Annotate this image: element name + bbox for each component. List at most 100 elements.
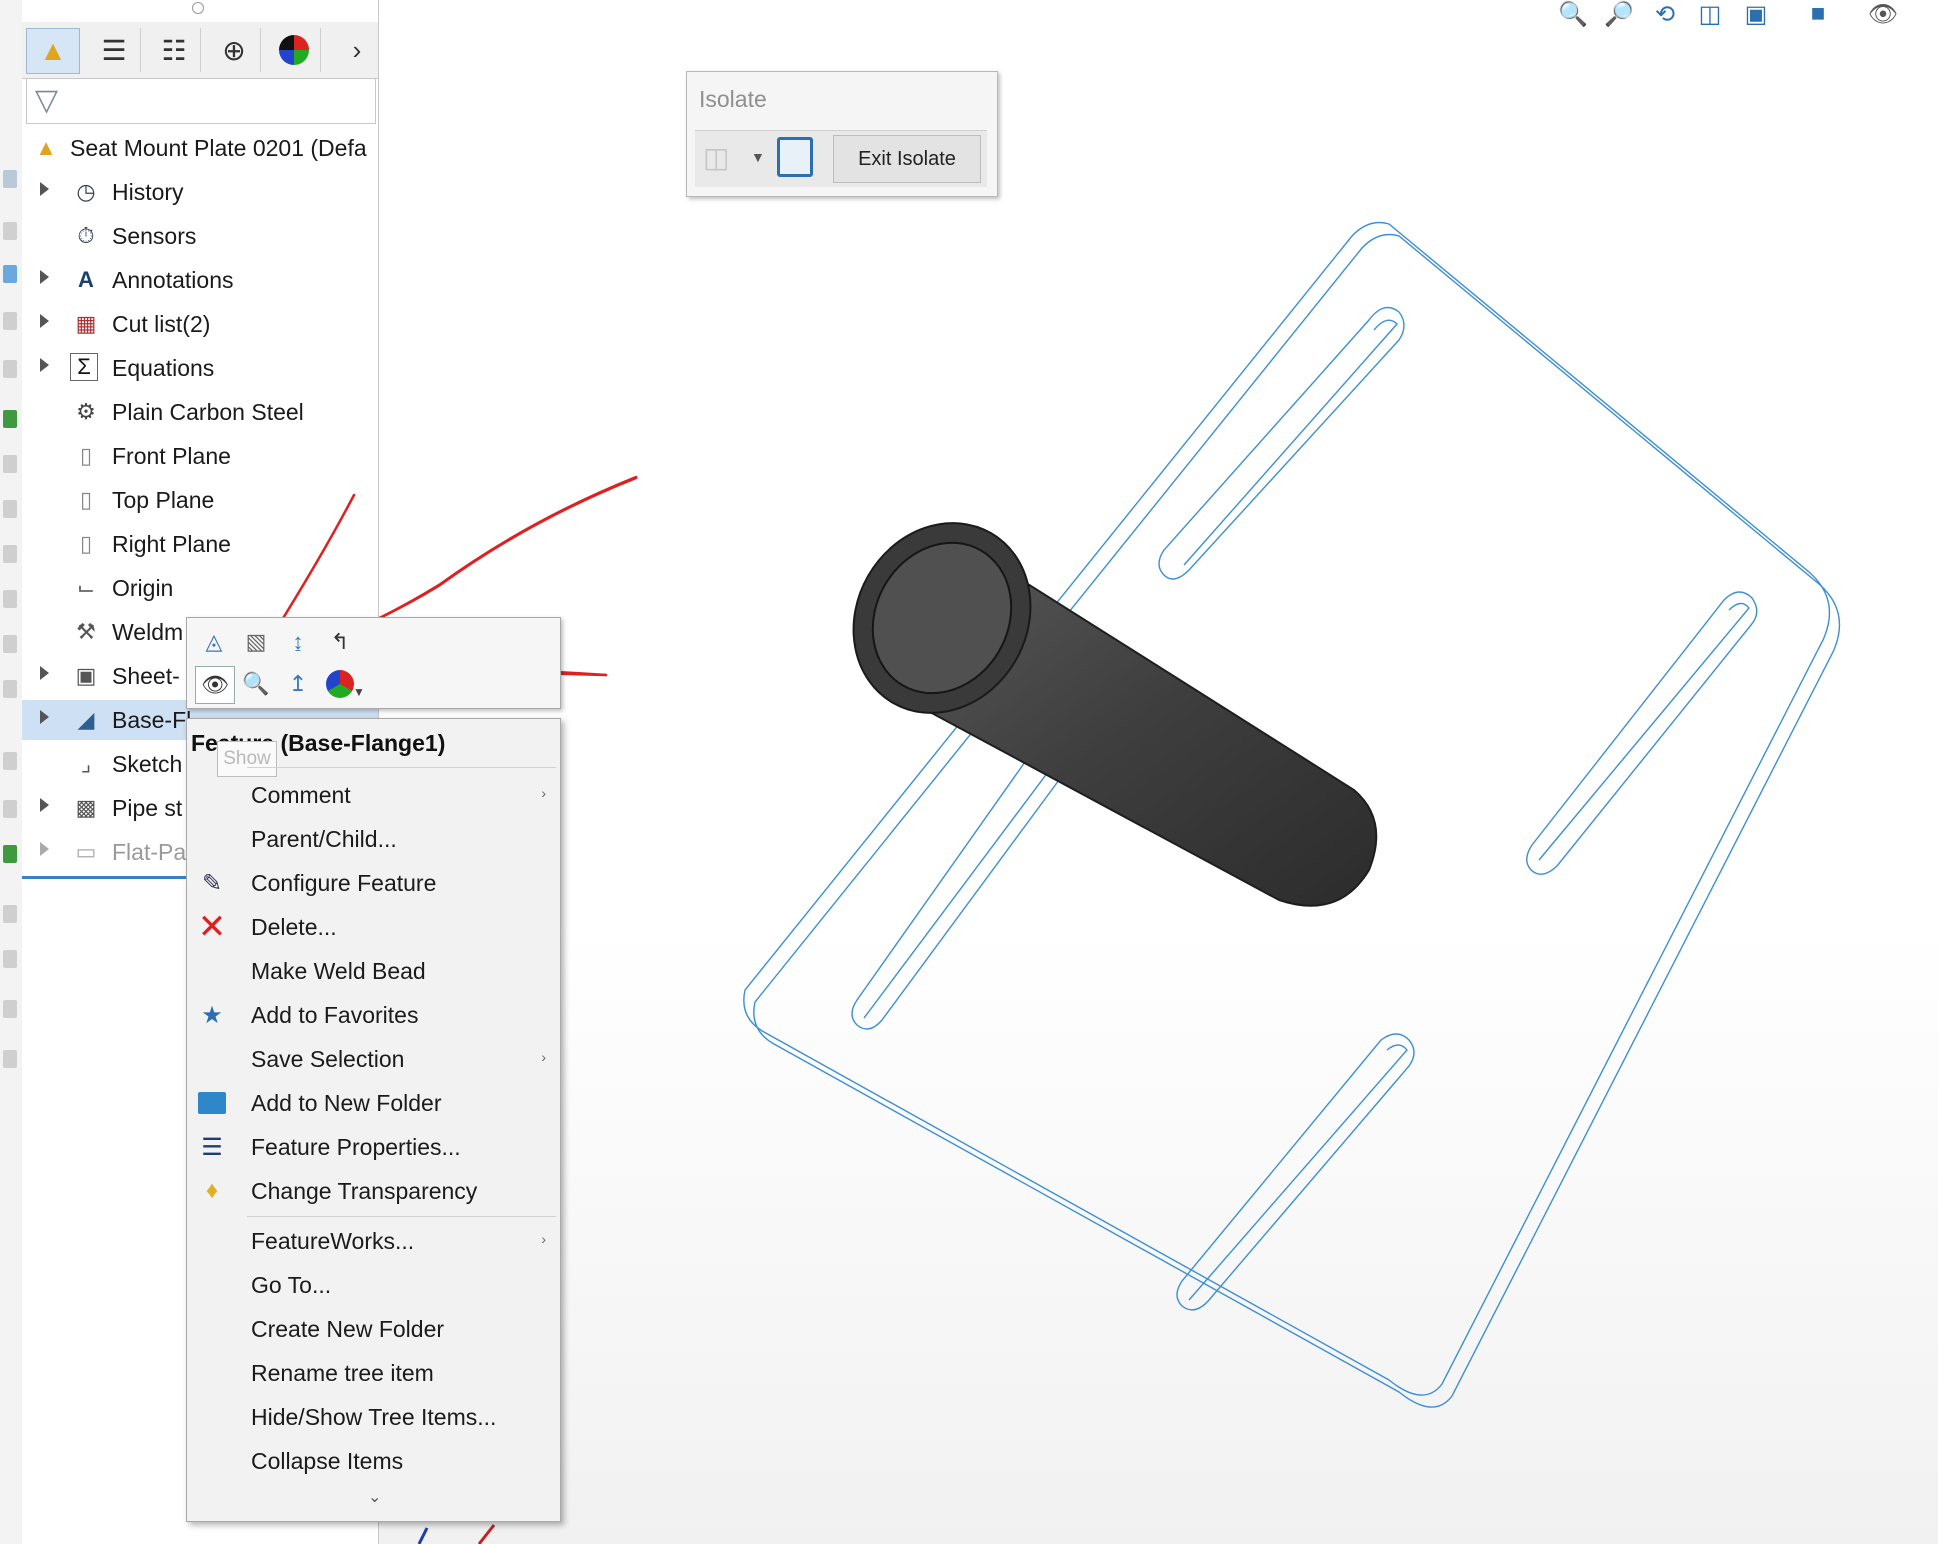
zoom-to-fit-icon[interactable]: 🔍 — [1554, 0, 1592, 28]
tree-item-right-plane[interactable]: ▯ Right Plane — [22, 524, 378, 564]
tab-feature-tree[interactable]: ▲ — [26, 28, 80, 74]
strip-cube-icon[interactable] — [3, 800, 17, 818]
suppress-icon[interactable]: ↨ — [279, 624, 317, 660]
equations-icon: Σ — [70, 353, 98, 381]
menu-expand-more-icon[interactable]: ⌄ — [368, 1487, 381, 1507]
strip-cube-icon[interactable] — [3, 1000, 17, 1018]
tree-item-label: Sketch — [112, 751, 183, 777]
menu-item-create-new-folder[interactable]: Create New Folder — [187, 1307, 560, 1351]
expand-arrow-icon[interactable] — [40, 270, 49, 284]
strip-part-icon[interactable] — [3, 265, 17, 283]
expand-arrow-icon[interactable] — [40, 710, 49, 724]
view-orientation-icon[interactable]: ▣ — [1737, 0, 1775, 28]
rollback-icon[interactable]: ↰ — [321, 624, 359, 660]
tree-item-top-plane[interactable]: ▯ Top Plane — [22, 480, 378, 520]
edit-sketch-icon[interactable]: ▧ — [237, 624, 275, 660]
strip-cube-icon[interactable] — [3, 1050, 17, 1068]
graphics-viewport[interactable]: 🔍 🔎 ⟲ ◫ ▣ ■ 👁 — [379, 0, 1938, 1544]
strip-cube-icon[interactable] — [3, 312, 17, 330]
menu-item-add-to-favorites[interactable]: ★ Add to Favorites — [187, 993, 560, 1037]
expand-arrow-icon[interactable] — [40, 182, 49, 196]
expand-arrow-icon[interactable] — [40, 666, 49, 680]
menu-item-hide-show-tree-items[interactable]: Hide/Show Tree Items... — [187, 1395, 560, 1439]
slot-right — [1526, 591, 1758, 875]
menu-item-comment[interactable]: Comment › — [187, 773, 560, 817]
tree-item-material[interactable]: ⚙ Plain Carbon Steel — [22, 392, 378, 432]
section-view-icon[interactable]: ◫ — [1691, 0, 1729, 28]
tree-item-sensors[interactable]: ⏱ Sensors — [22, 216, 378, 256]
hide-show-items-icon[interactable]: 👁 — [1864, 0, 1902, 28]
slot-lower-inner — [1188, 1044, 1408, 1301]
tree-item-label: Plain Carbon Steel — [112, 399, 304, 425]
save-icon[interactable] — [777, 137, 813, 177]
tab-display-manager[interactable] — [268, 28, 321, 72]
delete-icon: ✕ — [197, 908, 227, 946]
isolate-visibility-icon[interactable]: ◫ — [703, 141, 729, 174]
tree-root-part[interactable]: ▲ Seat Mount Plate 0201 (Defa — [22, 128, 378, 168]
chevron-down-icon[interactable]: ▼ — [751, 149, 765, 165]
menu-item-save-selection[interactable]: Save Selection › — [187, 1037, 560, 1081]
chevron-down-icon[interactable]: ▼ — [351, 674, 367, 710]
strip-cube-icon[interactable] — [3, 752, 17, 770]
tab-configuration-manager[interactable]: ☷ — [148, 28, 201, 72]
expand-arrow-icon[interactable] — [40, 314, 49, 328]
strip-cube-icon[interactable] — [3, 545, 17, 563]
strip-cube-icon[interactable] — [3, 500, 17, 518]
property-manager-icon: ☰ — [101, 34, 127, 66]
menu-item-label: Add to Favorites — [251, 1002, 419, 1028]
tree-item-label: Cut list(2) — [112, 311, 211, 337]
display-style-icon[interactable]: ■ — [1799, 0, 1837, 28]
strip-cube-icon[interactable] — [3, 680, 17, 698]
tree-item-annotations[interactable]: A Annotations — [22, 260, 378, 300]
menu-item-collapse-items[interactable]: Collapse Items — [187, 1439, 560, 1483]
tabs-next-button[interactable]: › — [342, 28, 372, 72]
menu-item-rename-tree-item[interactable]: Rename tree item — [187, 1351, 560, 1395]
zoom-to-area-icon[interactable]: 🔎 — [1600, 0, 1638, 28]
chevron-right-icon: › — [352, 34, 362, 65]
menu-item-configure-feature[interactable]: ✎ Configure Feature — [187, 861, 560, 905]
strip-cube-icon[interactable] — [3, 635, 17, 653]
menu-item-parent-child[interactable]: Parent/Child... — [187, 817, 560, 861]
strip-table-icon[interactable] — [3, 170, 17, 188]
menu-item-delete[interactable]: ✕ Delete... — [187, 905, 560, 949]
tab-dimxpert-manager[interactable]: ⊕ — [208, 28, 261, 72]
expand-arrow-icon[interactable] — [40, 798, 49, 812]
slot-lower — [1176, 1033, 1415, 1311]
tree-item-cut-list[interactable]: ▦ Cut list(2) — [22, 304, 378, 344]
transparency-icon: ♦ — [205, 1177, 219, 1204]
tree-item-history[interactable]: ◷ History — [22, 172, 378, 212]
tree-item-origin[interactable]: ⌙ Origin — [22, 568, 378, 608]
panel-grip[interactable] — [192, 2, 204, 14]
expand-arrow-icon[interactable] — [40, 358, 49, 372]
rollback-bar[interactable] — [22, 876, 202, 879]
isolate-popup: Isolate ◫ ▼ Exit Isolate — [686, 71, 998, 197]
tree-item-front-plane[interactable]: ▯ Front Plane — [22, 436, 378, 476]
strip-cube-icon[interactable] — [3, 455, 17, 473]
strip-check-icon[interactable] — [3, 845, 17, 863]
zoom-to-selection-icon[interactable]: 🔍 — [237, 666, 275, 702]
menu-item-make-weld-bead[interactable]: Make Weld Bead — [187, 949, 560, 993]
tree-item-equations[interactable]: Σ Equations — [22, 348, 378, 388]
tree-item-label: Annotations — [112, 267, 234, 293]
expand-arrow-icon[interactable] — [40, 842, 49, 856]
strip-cube-icon[interactable] — [3, 950, 17, 968]
normal-to-icon[interactable]: ↥ — [279, 666, 317, 702]
show-eye-icon[interactable]: 👁 — [195, 666, 235, 704]
menu-item-change-transparency[interactable]: ♦ Change Transparency — [187, 1169, 560, 1213]
menu-item-label: Rename tree item — [251, 1360, 434, 1386]
strip-check-icon[interactable] — [3, 410, 17, 428]
previous-view-icon[interactable]: ⟲ — [1646, 0, 1684, 28]
menu-item-go-to[interactable]: Go To... — [187, 1263, 560, 1307]
tree-filter-box[interactable]: ▽ — [26, 78, 376, 124]
tab-property-manager[interactable]: ☰ — [88, 28, 141, 72]
slot-upper-inner — [1183, 319, 1398, 566]
edit-feature-icon[interactable]: ◬ — [195, 624, 233, 660]
exit-isolate-button[interactable]: Exit Isolate — [833, 135, 981, 183]
menu-item-add-to-new-folder[interactable]: Add to New Folder — [187, 1081, 560, 1125]
menu-item-feature-properties[interactable]: ☰ Feature Properties... — [187, 1125, 560, 1169]
strip-cube-icon[interactable] — [3, 360, 17, 378]
strip-gear-icon[interactable] — [3, 222, 17, 240]
menu-item-featureworks[interactable]: FeatureWorks... › — [187, 1219, 560, 1263]
strip-cube-icon[interactable] — [3, 590, 17, 608]
strip-cube-icon[interactable] — [3, 905, 17, 923]
